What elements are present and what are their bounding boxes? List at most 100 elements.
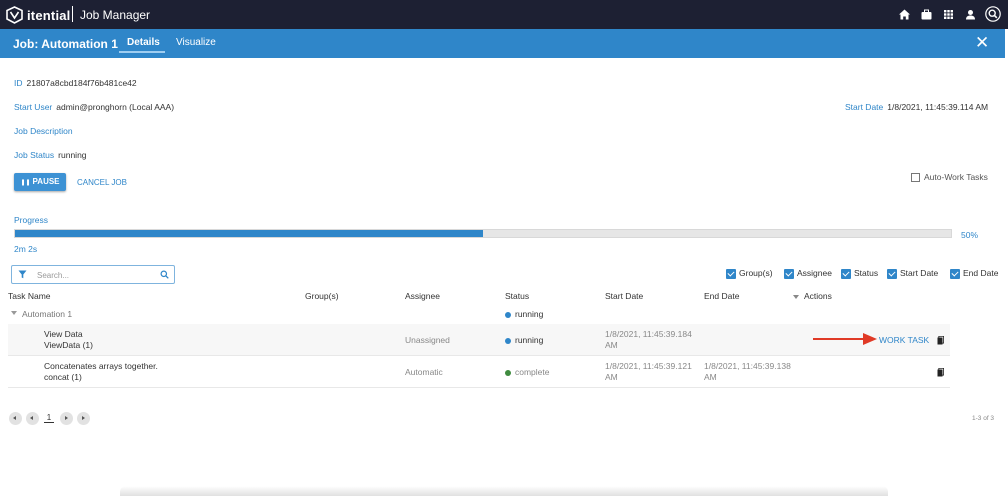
- task-subtitle: ViewData (1): [44, 340, 93, 350]
- job-header-bar: Job: Automation 1 Details Visualize ✕: [0, 29, 1005, 58]
- header-groups[interactable]: Group(s): [305, 291, 339, 301]
- search-input[interactable]: [37, 269, 157, 281]
- apps-grid-icon[interactable]: [942, 8, 955, 21]
- pagination-range: 1-3 of 3: [972, 415, 995, 422]
- header-status[interactable]: Status: [505, 291, 529, 301]
- pause-icon: ❚❚: [20, 180, 31, 186]
- toggle-status-column[interactable]: Status: [841, 268, 878, 279]
- start-user-value: admin@pronghorn (Local AAA): [56, 102, 175, 112]
- groups-checkbox[interactable]: [726, 268, 736, 279]
- job-id-label: ID: [14, 78, 23, 88]
- status-toggle-label: Status: [854, 268, 879, 278]
- group-status: running: [505, 309, 543, 320]
- task-details-icon[interactable]: [937, 336, 944, 345]
- search-icon[interactable]: [160, 270, 169, 279]
- task-start-date-line1: 1/8/2021, 11:45:39.121: [605, 361, 692, 371]
- job-title: Job: Automation 1: [13, 37, 118, 51]
- briefcase-icon[interactable]: [920, 8, 933, 21]
- tab-visualize[interactable]: Visualize: [176, 37, 216, 48]
- job-status-label: Job Status: [14, 150, 55, 160]
- start-date-field: Start Date 1/8/2021, 11:45:39.114 AM: [845, 102, 988, 112]
- status-checkbox[interactable]: [841, 268, 851, 279]
- toggle-groups-column[interactable]: Group(s): [726, 268, 773, 279]
- header-actions-label: Actions: [804, 291, 832, 301]
- start-user-field: Start User admin@pronghorn (Local AAA): [14, 102, 174, 112]
- job-status-value: running: [58, 150, 87, 160]
- header-actions[interactable]: Actions: [793, 291, 832, 301]
- header-assignee[interactable]: Assignee: [405, 291, 440, 301]
- task-start-date-line2: AM: [605, 372, 618, 382]
- progress-bar: [14, 229, 952, 238]
- auto-work-checkbox[interactable]: [911, 173, 920, 183]
- task-end-date-line2: AM: [704, 372, 717, 382]
- table-row[interactable]: Concatenates arrays together. concat (1) …: [8, 356, 950, 388]
- close-button[interactable]: ✕: [975, 34, 989, 51]
- job-description-label: Job Description: [14, 126, 73, 136]
- start-date-toggle-label: Start Date: [900, 268, 939, 278]
- complete-status-dot-icon: [505, 369, 511, 376]
- filter-icon[interactable]: [18, 270, 27, 279]
- toggle-assignee-column[interactable]: Assignee: [784, 268, 832, 279]
- start-date-label: Start Date: [845, 102, 884, 112]
- app-title: Job Manager: [80, 8, 151, 22]
- cancel-job-button[interactable]: CANCEL JOB: [77, 178, 127, 187]
- user-icon[interactable]: [964, 8, 977, 21]
- next-page-button[interactable]: [60, 412, 73, 425]
- task-subtitle: concat (1): [44, 372, 82, 382]
- task-status-text: running: [515, 335, 544, 345]
- auto-work-tasks-toggle[interactable]: Auto-Work Tasks: [911, 172, 988, 183]
- assignee-checkbox[interactable]: [784, 268, 794, 279]
- toggle-end-date-column[interactable]: End Date: [950, 268, 998, 279]
- elapsed-time: 2m 2s: [14, 244, 38, 254]
- pause-button[interactable]: ❚❚ PAUSE: [14, 173, 66, 191]
- annotation-arrow-icon: [813, 333, 877, 345]
- task-title: View Data: [44, 329, 83, 339]
- home-icon[interactable]: [898, 8, 911, 21]
- table-row[interactable]: View Data ViewData (1) Unassigned running…: [8, 324, 950, 356]
- header-task-name[interactable]: Task Name: [8, 291, 51, 301]
- task-search-box[interactable]: [11, 265, 175, 284]
- assignee-toggle-label: Assignee: [797, 268, 832, 278]
- groups-toggle-label: Group(s): [739, 268, 773, 278]
- brand-divider: [72, 6, 73, 22]
- task-status-text: complete: [515, 367, 550, 377]
- task-status: running: [505, 335, 543, 346]
- progress-percent: 50%: [961, 230, 979, 240]
- end-date-checkbox[interactable]: [950, 268, 960, 279]
- task-end-date: 1/8/2021, 11:45:39.138 AM: [704, 361, 791, 383]
- tab-details[interactable]: Details: [127, 37, 160, 48]
- running-status-dot-icon: [505, 311, 511, 318]
- task-name: Concatenates arrays together. concat (1): [44, 361, 158, 383]
- task-name: View Data ViewData (1): [44, 329, 93, 351]
- start-date-checkbox[interactable]: [887, 268, 897, 279]
- task-status: complete: [505, 367, 550, 378]
- search-icon[interactable]: [985, 6, 1001, 22]
- work-task-button[interactable]: WORK TASK: [879, 335, 929, 345]
- task-start-date: 1/8/2021, 11:45:39.121 AM: [605, 361, 692, 383]
- task-end-date-line1: 1/8/2021, 11:45:39.138: [704, 361, 791, 371]
- group-status-text: running: [515, 309, 544, 319]
- collapse-caret-icon[interactable]: [11, 311, 17, 315]
- last-page-button[interactable]: [77, 412, 90, 425]
- sort-caret-icon: [793, 294, 799, 299]
- job-description-field: Job Description: [14, 126, 77, 136]
- toggle-start-date-column[interactable]: Start Date: [887, 268, 938, 279]
- job-status-field: Job Status running: [14, 150, 87, 160]
- task-group-row[interactable]: Automation 1 running: [8, 306, 948, 322]
- start-user-label: Start User: [14, 102, 53, 112]
- task-start-date-line1: 1/8/2021, 11:45:39.184: [605, 329, 692, 339]
- previous-page-button[interactable]: [26, 412, 39, 425]
- active-tab-indicator: [119, 51, 165, 53]
- top-nav-bar: itential Job Manager: [0, 0, 1008, 29]
- progress-label: Progress: [14, 215, 49, 225]
- running-status-dot-icon: [505, 337, 511, 344]
- group-name: Automation 1: [22, 309, 73, 319]
- first-page-button[interactable]: [9, 412, 22, 425]
- task-start-date-line2: AM: [605, 340, 618, 350]
- header-end-date[interactable]: End Date: [704, 291, 739, 301]
- header-start-date[interactable]: Start Date: [605, 291, 643, 301]
- task-details-icon[interactable]: [937, 368, 944, 377]
- current-page-number[interactable]: 1: [44, 413, 54, 423]
- task-assignee: Unassigned: [405, 335, 450, 345]
- progress-bar-fill: [15, 230, 483, 237]
